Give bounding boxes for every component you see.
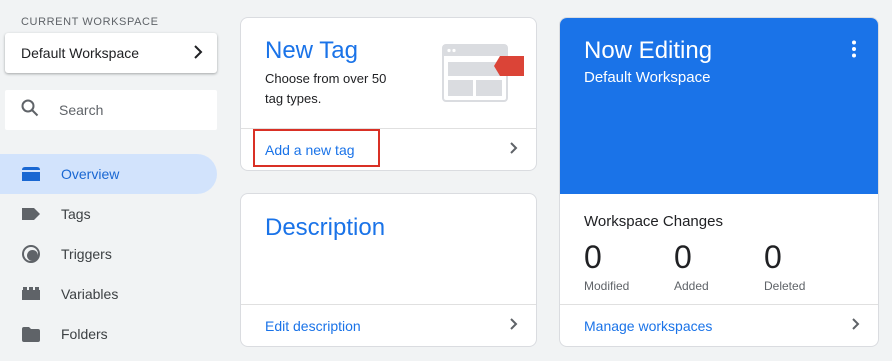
sidebar-item-tags[interactable]: Tags	[0, 194, 217, 234]
now-editing-title: Now Editing	[584, 37, 713, 64]
chevron-right-icon	[193, 44, 203, 62]
now-editing-header: Now Editing Default Workspace	[560, 18, 878, 194]
current-workspace-label: CURRENT WORKSPACE	[21, 16, 159, 28]
search-icon	[21, 99, 39, 122]
tag-icon	[21, 204, 41, 224]
sidebar-item-folders[interactable]: Folders	[0, 314, 217, 354]
sidebar-item-label: Variables	[61, 286, 119, 302]
add-new-tag-link[interactable]: Add a new tag	[265, 142, 355, 158]
workspace-changes-title: Workspace Changes	[584, 213, 723, 230]
stat-label: Added	[674, 279, 709, 293]
sidebar-item-label: Overview	[61, 166, 120, 182]
manage-workspaces-row[interactable]: Manage workspaces	[560, 304, 878, 346]
sidebar-item-triggers[interactable]: Triggers	[0, 234, 217, 274]
now-editing-card: Now Editing Default Workspace Workspace …	[559, 17, 879, 347]
workspace-name: Default Workspace	[21, 45, 140, 61]
chevron-right-icon	[510, 141, 518, 159]
chevron-right-icon	[852, 317, 860, 335]
sidebar-item-label: Tags	[61, 206, 91, 222]
sidebar-item-label: Triggers	[61, 246, 112, 262]
sidebar-item-variables[interactable]: Variables	[0, 274, 217, 314]
sidebar-item-overview[interactable]: Overview	[0, 154, 217, 194]
stat-value: 0	[674, 239, 692, 275]
tag-illustration-icon	[442, 44, 526, 109]
more-vert-icon[interactable]	[851, 40, 857, 63]
stat-value: 0	[584, 239, 602, 275]
variables-icon	[21, 284, 41, 304]
stat-label: Deleted	[764, 279, 806, 293]
folder-icon	[21, 324, 41, 344]
sidebar-item-label: Folders	[61, 326, 108, 342]
description-card: Description Edit description	[240, 193, 537, 347]
chevron-right-icon	[510, 317, 518, 335]
stat-deleted: 0 Deleted	[764, 239, 805, 293]
trigger-icon	[21, 244, 41, 264]
stat-value: 0	[764, 239, 782, 275]
new-tag-title[interactable]: New Tag	[265, 37, 358, 65]
workspace-selector[interactable]: Default Workspace	[5, 33, 217, 73]
new-tag-description: Choose from over 50 tag types.	[265, 71, 387, 106]
description-title: Description	[265, 214, 386, 241]
stat-added: 0 Added	[674, 239, 709, 293]
overview-icon	[21, 164, 41, 184]
stat-label: Modified	[584, 279, 630, 293]
edit-description-row[interactable]: Edit description	[241, 304, 536, 346]
now-editing-workspace: Default Workspace	[584, 69, 711, 86]
new-tag-card: New Tag Choose from over 50 tag types. A…	[240, 17, 537, 171]
search-input[interactable]	[59, 102, 209, 118]
sidebar-nav: Overview Tags Triggers Variables Folders	[0, 154, 217, 354]
edit-description-link[interactable]: Edit description	[265, 318, 361, 334]
search-box[interactable]	[5, 90, 217, 130]
manage-workspaces-link[interactable]: Manage workspaces	[584, 318, 712, 334]
add-new-tag-row[interactable]: Add a new tag	[241, 128, 536, 170]
stat-modified: 0 Modified	[584, 239, 629, 293]
